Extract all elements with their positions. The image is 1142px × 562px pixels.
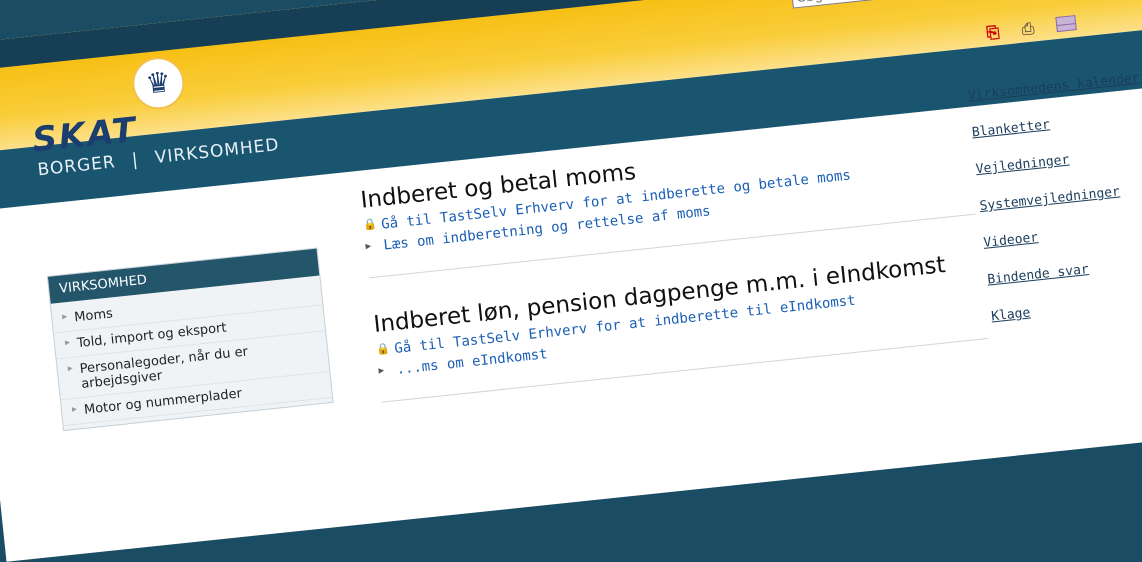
link-systemvejledninger[interactable]: Systemvejledninger: [979, 181, 1142, 214]
right-links: Virksomhedens kalender Blanketter Vejled…: [967, 71, 1142, 347]
pdf-icon[interactable]: ⎘: [986, 21, 1006, 42]
link-videoer[interactable]: Videoer: [983, 218, 1142, 251]
link-blanketter[interactable]: Blanketter: [971, 108, 1142, 140]
mail-icon[interactable]: [1055, 15, 1077, 33]
page-stage: ♛ SKAT BORGER | VIRKSOMHED VIRKSOMHED Mo…: [0, 0, 1142, 562]
link-vejledninger[interactable]: Vejledninger: [975, 144, 1142, 178]
arrow-icon: ▸: [364, 238, 372, 253]
nav-separator: |: [130, 149, 140, 171]
link-bindende-svar[interactable]: Bindende svar: [987, 255, 1142, 288]
page: ♛ SKAT BORGER | VIRKSOMHED VIRKSOMHED Mo…: [0, 0, 1142, 562]
main-content: Indberet og betal moms 🔒 Gå til TastSelv…: [359, 124, 992, 436]
arrow-icon: ▸: [377, 363, 385, 377]
print-icon[interactable]: ⎙: [1020, 17, 1040, 38]
link-klage[interactable]: Klage: [991, 292, 1142, 324]
menu-list: Moms Told, import og eksport Personalego…: [51, 276, 333, 431]
lock-icon: 🔒: [375, 341, 391, 356]
left-menu: VIRKSOMHED Moms Told, import og eksport …: [46, 247, 334, 432]
lock-icon: 🔒: [362, 217, 378, 232]
